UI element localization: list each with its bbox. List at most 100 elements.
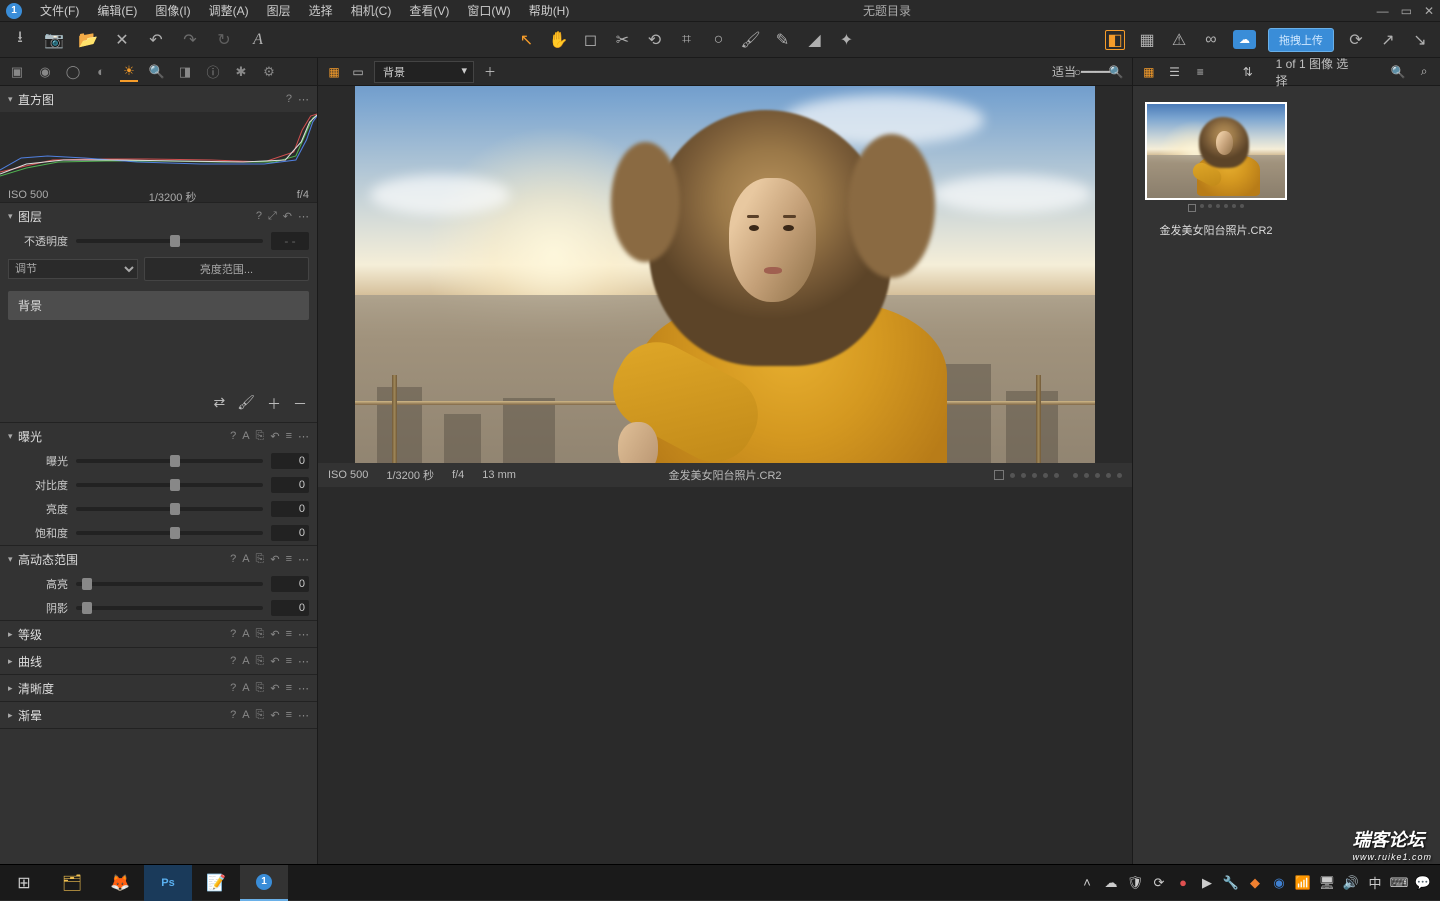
more-icon[interactable]: ⋯: [298, 709, 309, 722]
reset-icon[interactable]: ≡: [286, 628, 292, 641]
rotate-icon[interactable]: ⟲: [645, 30, 665, 50]
view-grid-icon[interactable]: ▦: [326, 64, 342, 80]
help-icon[interactable]: ?: [286, 93, 292, 106]
menu-camera[interactable]: 相机(C): [343, 0, 400, 21]
undo-small-icon[interactable]: ↶: [270, 655, 279, 668]
undo-small-icon[interactable]: ↶: [270, 430, 279, 443]
tray-ime[interactable]: 中: [1366, 873, 1384, 892]
background-layer[interactable]: 背景: [8, 291, 309, 320]
maximize-icon[interactable]: ▭: [1401, 4, 1412, 18]
tray-monitor-icon[interactable]: 🖥: [1318, 875, 1336, 891]
redo2-icon[interactable]: ↻: [214, 30, 234, 50]
exposure-slider-3[interactable]: 饱和度0: [0, 521, 317, 545]
more-icon[interactable]: ⋯: [298, 210, 309, 223]
upload-button[interactable]: 拖拽上传: [1268, 28, 1334, 52]
exposure-header[interactable]: ▾ 曝光 ?A⎘↶≡⋯: [0, 423, 317, 449]
heal-icon[interactable]: ✦: [837, 30, 857, 50]
firefox-app[interactable]: 🦊: [96, 865, 144, 901]
view-single-icon[interactable]: ▭: [350, 64, 366, 80]
auto-icon[interactable]: A: [242, 655, 249, 668]
hdr-slider-0[interactable]: 高亮0: [0, 572, 317, 596]
collapsed-header-3[interactable]: ▸渐晕?A⎘↶≡⋯: [0, 702, 317, 728]
close-icon[interactable]: ✕: [1424, 4, 1434, 18]
copy-icon[interactable]: ⎘: [256, 682, 265, 695]
tab-metadata-icon[interactable]: ⓘ: [204, 63, 222, 81]
adjust-select[interactable]: 调节: [8, 259, 138, 279]
pointer-icon[interactable]: ↖: [517, 30, 537, 50]
slider-value[interactable]: 0: [271, 501, 309, 517]
layer-dropdown[interactable]: 背景: [374, 61, 474, 83]
add-layer-icon[interactable]: ＋: [267, 394, 281, 414]
menu-view[interactable]: 查看(V): [401, 0, 457, 21]
menu-window[interactable]: 窗口(W): [459, 0, 518, 21]
notes-app[interactable]: 📝: [192, 865, 240, 901]
redo-icon[interactable]: ↷: [180, 30, 200, 50]
menu-help[interactable]: 帮助(H): [521, 0, 578, 21]
copy-icon[interactable]: ⎘: [256, 655, 265, 668]
export-icon[interactable]: ↗: [1378, 30, 1398, 50]
undo-small-icon[interactable]: ↶: [270, 682, 279, 695]
help-icon[interactable]: ?: [230, 682, 236, 695]
reset-icon[interactable]: ≡: [286, 709, 292, 722]
spot-icon[interactable]: ○: [709, 30, 729, 50]
import-icon[interactable]: ⭳: [10, 30, 30, 50]
more-icon[interactable]: ⋯: [298, 93, 309, 106]
tray-cloud-icon[interactable]: ☁: [1102, 875, 1120, 891]
main-image[interactable]: [355, 86, 1095, 463]
help-icon[interactable]: ?: [230, 430, 236, 443]
help-icon[interactable]: ?: [230, 628, 236, 641]
tray-wifi-icon[interactable]: 📶: [1294, 875, 1312, 891]
exposure-slider-1[interactable]: 对比度0: [0, 473, 317, 497]
menu-file[interactable]: 文件(F): [32, 0, 87, 21]
copy-icon[interactable]: ⎘: [256, 628, 265, 641]
undo-small-icon[interactable]: ↶: [270, 628, 279, 641]
camera-icon[interactable]: 📷: [44, 30, 64, 50]
tray-volume-icon[interactable]: 🔊: [1342, 875, 1360, 891]
slider-value[interactable]: 0: [271, 525, 309, 541]
auto-icon[interactable]: A: [242, 709, 249, 722]
tray-keyboard-icon[interactable]: ⌨: [1390, 875, 1408, 891]
menu-edit[interactable]: 编辑(E): [89, 0, 145, 21]
remove-layer-icon[interactable]: －: [293, 394, 307, 414]
more-icon[interactable]: ⋯: [298, 430, 309, 443]
zoom-slider-icon[interactable]: ○━━━━: [1084, 64, 1100, 80]
captureone-app[interactable]: 1: [240, 865, 288, 901]
collapsed-header-2[interactable]: ▸清晰度?A⎘↶≡⋯: [0, 675, 317, 701]
copy-icon[interactable]: ⎘: [256, 709, 265, 722]
photoshop-app[interactable]: Ps: [144, 865, 192, 901]
more-icon[interactable]: ⋯: [298, 553, 309, 566]
menu-layer[interactable]: 图层: [259, 0, 299, 21]
expand-icon[interactable]: ⤢: [268, 210, 277, 223]
reset-icon[interactable]: ≡: [286, 430, 292, 443]
tab-search-icon[interactable]: 🔍: [148, 63, 166, 81]
reset-icon[interactable]: ≡: [286, 553, 292, 566]
exposure-slider-0[interactable]: 曝光0: [0, 449, 317, 473]
collapsed-header-1[interactable]: ▸曲线?A⎘↶≡⋯: [0, 648, 317, 674]
thumbnail-item[interactable]: 金发美女阳台照片.CR2: [1145, 102, 1287, 238]
slider-value[interactable]: 0: [271, 576, 309, 592]
brush-icon[interactable]: 🖌: [741, 30, 761, 50]
browser-search-icon[interactable]: ⌕: [1416, 64, 1432, 80]
clone-icon[interactable]: ◻: [581, 30, 601, 50]
menu-image[interactable]: 图像(I): [147, 0, 198, 21]
luminosity-button[interactable]: 亮度范围...: [144, 257, 309, 281]
auto-icon[interactable]: A: [242, 553, 249, 566]
crop-icon[interactable]: ✂: [613, 30, 633, 50]
search-viewer-icon[interactable]: 🔍: [1108, 64, 1124, 80]
tray-bluetooth-icon[interactable]: ●: [1174, 875, 1192, 890]
tray-tool-icon[interactable]: 🔧: [1222, 875, 1240, 891]
tray-up-icon[interactable]: ˄: [1078, 875, 1096, 890]
browser-grid-icon[interactable]: ▦: [1141, 64, 1157, 80]
undo-small-icon[interactable]: ↶: [270, 553, 279, 566]
cancel-icon[interactable]: ✕: [112, 30, 132, 50]
menu-select[interactable]: 选择: [301, 0, 341, 21]
help-icon[interactable]: ?: [230, 709, 236, 722]
text-style-icon[interactable]: A: [248, 30, 268, 50]
reset-icon[interactable]: ≡: [286, 655, 292, 668]
auto-icon[interactable]: A: [242, 628, 249, 641]
tab-details-icon[interactable]: ◨: [176, 63, 194, 81]
help-icon[interactable]: ?: [256, 210, 262, 223]
auto-icon[interactable]: A: [242, 682, 249, 695]
tray-video-icon[interactable]: ▶: [1198, 875, 1216, 891]
more-icon[interactable]: ⋯: [298, 655, 309, 668]
